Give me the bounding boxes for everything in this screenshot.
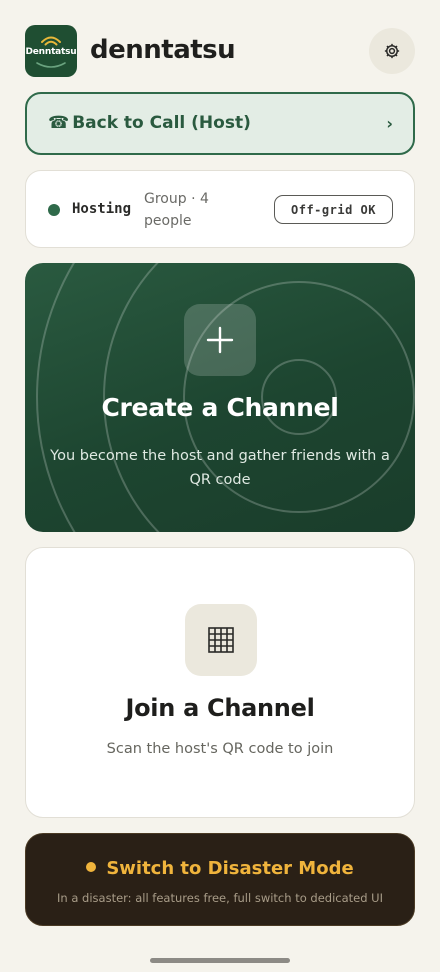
app-logo: Denntatsu bbox=[25, 25, 77, 77]
create-channel-card[interactable]: Create a Channel You become the host and… bbox=[25, 263, 415, 532]
plus-icon bbox=[206, 326, 234, 354]
status-dot bbox=[48, 204, 60, 216]
create-channel-title: Create a Channel bbox=[101, 393, 339, 422]
disaster-mode-subtitle: In a disaster: all features free, full s… bbox=[57, 891, 383, 905]
group-size-text: Group · 4 people bbox=[144, 191, 209, 229]
phone-icon: ☎ bbox=[48, 113, 70, 133]
disaster-mode-button[interactable]: Switch to Disaster Mode In a disaster: a… bbox=[25, 833, 415, 926]
plus-tile bbox=[184, 304, 256, 376]
header: Denntatsu denntatsu bbox=[25, 25, 415, 78]
chevron-right-icon: › bbox=[386, 114, 393, 133]
back-to-call-button[interactable]: ☎ Back to Call (Host) › bbox=[25, 92, 415, 155]
qr-tile bbox=[185, 604, 257, 676]
join-channel-subtitle: Scan the host's QR code to join bbox=[106, 741, 334, 757]
create-channel-subtitle: You become the host and gather friends w… bbox=[50, 448, 390, 488]
back-to-call-label: ☎ Back to Call (Host) bbox=[48, 113, 251, 133]
home-indicator[interactable] bbox=[150, 958, 290, 963]
disaster-mode-label: Switch to Disaster Mode bbox=[106, 858, 354, 879]
gear-icon bbox=[384, 43, 400, 59]
qr-grid-icon bbox=[208, 627, 234, 653]
join-channel-title: Join a Channel bbox=[125, 694, 315, 722]
disaster-mode-title: Switch to Disaster Mode bbox=[26, 858, 414, 879]
off-grid-badge: Off-grid OK bbox=[274, 195, 393, 224]
settings-button[interactable] bbox=[369, 28, 415, 74]
logo-text: Denntatsu bbox=[25, 47, 77, 57]
status-label: Hosting bbox=[72, 201, 132, 217]
app-title: denntatsu bbox=[90, 35, 236, 65]
back-to-call-text: Back to Call (Host) bbox=[72, 113, 251, 133]
app-screen: Denntatsu denntatsu ☎ Back to Call (Host)… bbox=[0, 0, 440, 972]
alert-dot-icon bbox=[86, 862, 97, 872]
status-card: Hosting Group · 4 people Off-grid OK bbox=[25, 170, 415, 248]
join-channel-card[interactable]: Join a Channel Scan the host's QR code t… bbox=[25, 547, 415, 818]
